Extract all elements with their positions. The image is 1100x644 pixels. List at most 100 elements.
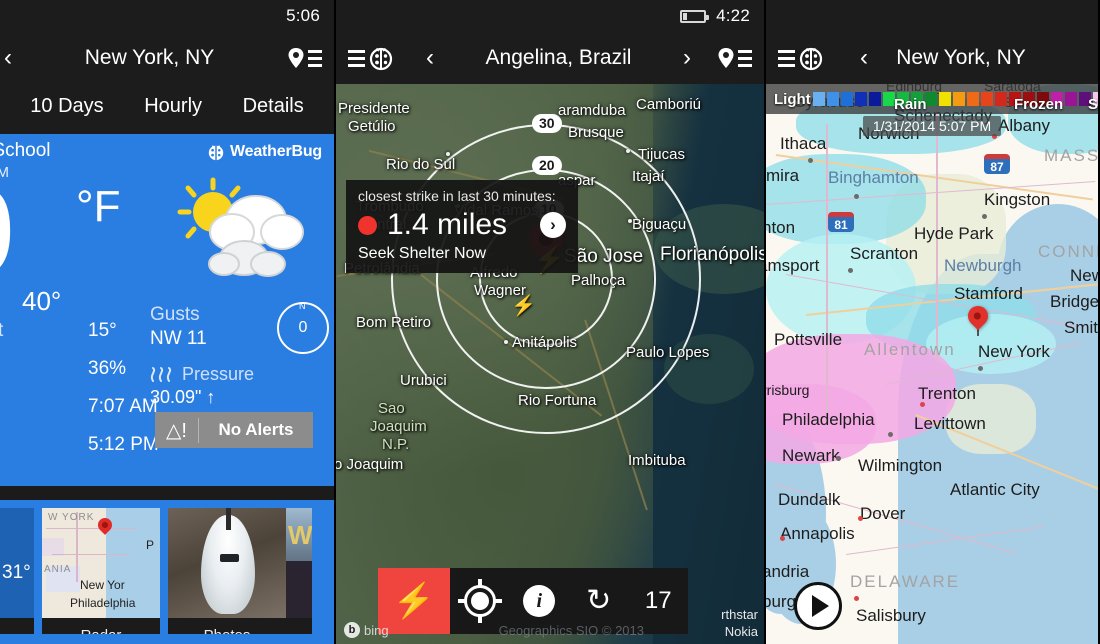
pin-icon (718, 48, 734, 68)
map-label: Dover (860, 504, 906, 523)
closest-strike-card[interactable]: closest strike in last 30 minutes: 1.4 m… (346, 180, 578, 273)
radar-map-panel: ‹ New York, NY 87 81 Albany Ithaca mira … (766, 0, 1098, 644)
radar-timestamp: 1/31/2014 5:07 PM (766, 116, 1098, 136)
page-title: New York, NY (896, 46, 1026, 69)
tile-radar[interactable]: W YORK ANIA New Yor Philadelphia P Radar (42, 508, 160, 634)
map-label: Allentown (864, 340, 956, 359)
tile-edge-left[interactable]: 31° (0, 508, 34, 634)
hamburger-ladybug-icon[interactable] (348, 45, 394, 71)
tab-10-days[interactable]: 10 Days (30, 95, 103, 118)
strike-count-button[interactable]: 17 (629, 587, 689, 615)
pressure-label-row: Pressure (150, 364, 334, 385)
temperature-unit: °F (76, 182, 121, 231)
tile-thumb: 31° (0, 508, 34, 618)
strike-distance: 1.4 miles (387, 208, 508, 241)
map-label: Rio do Sul (386, 156, 456, 173)
next-location-button[interactable]: › (675, 46, 699, 70)
play-animation-button[interactable] (794, 582, 842, 630)
legend-swatch (980, 92, 993, 106)
map-label: Smithto (1064, 318, 1098, 337)
radar-map-thumbnail: W YORK ANIA New Yor Philadelphia P (42, 508, 160, 618)
prev-location-button[interactable]: ‹ (418, 46, 442, 70)
strike-details-button[interactable]: › (540, 212, 566, 238)
locate-me-button[interactable] (450, 579, 510, 623)
legend-swatch (952, 92, 965, 106)
info-button[interactable]: i (510, 585, 570, 617)
map-label: nton (766, 218, 796, 237)
tab-hourly[interactable]: Hourly (144, 95, 202, 118)
dial-value: 0 (298, 319, 308, 336)
screenshot-stage: 5:06 ‹ New York, NY 10 Days Hourly Detai… (0, 0, 1100, 644)
hamburger-ladybug-icon[interactable] (778, 45, 824, 71)
pin-icon (288, 48, 304, 68)
shield-number: 87 (990, 159, 1004, 174)
status-time: 5:06 (286, 6, 320, 25)
legend-label-snow: S (1088, 96, 1098, 113)
map-label: Trenton (918, 384, 976, 403)
map-label: Atlantic City (950, 480, 1040, 499)
refresh-button[interactable]: ↻ (569, 586, 629, 616)
map-label: Florianópolis (660, 244, 764, 265)
satellite-map[interactable]: 30 20 10 ⚡ ⚡ Presidente Getúlio Rio do S… (336, 84, 764, 644)
tile-thumb: W (286, 508, 312, 618)
metric-label: dity (0, 358, 88, 380)
metric-label: t (0, 434, 88, 456)
interstate-shield-87: 87 (984, 154, 1010, 174)
legend-swatch (826, 92, 839, 106)
map-label: Tijucas (638, 146, 685, 163)
dial-north-label: N (299, 301, 306, 311)
thumb-label: New Yor (80, 578, 125, 592)
tile-caption: Radar (42, 618, 160, 634)
metric-label: Point (0, 320, 4, 341)
tile-thumb (168, 508, 286, 618)
pin-list-icon[interactable] (287, 47, 322, 69)
weather-details-panel: 5:06 ‹ New York, NY 10 Days Hourly Detai… (0, 0, 334, 644)
back-button[interactable]: ‹ (0, 46, 20, 70)
interstate-shield-81: 81 (828, 212, 854, 232)
map-label: Binghamton (828, 168, 919, 187)
tile-temperature: 31° (2, 562, 31, 583)
tab-details[interactable]: Details (243, 95, 304, 118)
tile-caption (286, 618, 312, 634)
spark-lightning-map-panel: 4:22 ‹ Angelina, Brazil › 30 20 ⚡ Presid… (334, 0, 766, 644)
bing-attribution: b bing (344, 622, 389, 638)
metric-value: 7:07 AM (88, 396, 158, 417)
map-label: Camboriú (636, 96, 702, 113)
page-title: New York, NY (84, 46, 215, 69)
status-bar-right (766, 0, 1098, 32)
tile-photos[interactable]: Photos (168, 508, 286, 634)
map-label: Scranton (850, 244, 919, 263)
alerts-button[interactable]: △! No Alerts (155, 412, 313, 448)
app-bar-right: ‹ New York, NY (766, 32, 1098, 84)
lightning-layer-button[interactable]: ⚡ (378, 568, 450, 634)
legend-label-light: Light (774, 90, 811, 108)
weatherbug-logo: WeatherBug (207, 143, 322, 161)
weatherbug-wordmark: WeatherBug (230, 143, 322, 160)
map-label: Imbituba (628, 452, 686, 469)
map-label: Itajaí (632, 168, 665, 185)
street-radar-map[interactable]: 87 81 Edinburg Saratoga Springs Syracuse… (766, 84, 1098, 644)
tile-caption: Photos (168, 618, 286, 634)
map-label: MASSA (1044, 146, 1098, 165)
map-label: Dundalk (778, 490, 841, 509)
tile-caption (0, 618, 34, 634)
tiles-strip: 31° W YORK ANIA New Yor Philadelphia P W (0, 500, 334, 644)
status-bar-left: 5:06 (0, 0, 334, 32)
metric-value: 15° (88, 320, 117, 341)
map-label: Ithaca (780, 134, 827, 153)
map-label: Hyde Park (914, 224, 994, 243)
map-label: Wagner (474, 282, 526, 299)
pin-list-icon[interactable] (717, 47, 752, 69)
strike-advice: Seek Shelter Now (358, 245, 487, 262)
map-label: N.P. (382, 436, 410, 453)
map-label: burg (766, 592, 797, 611)
page-title: Angelina, Brazil (485, 46, 632, 69)
back-button[interactable]: ‹ (852, 46, 876, 70)
bing-label: bing (364, 622, 389, 638)
thumb-label: Philadelphia (70, 596, 136, 610)
metric-label: e (0, 396, 88, 418)
station-name: an School (0, 140, 51, 161)
tile-edge-right[interactable]: W (286, 508, 312, 634)
map-label: Philadelphia (782, 410, 875, 429)
map-label: Bridgep (1050, 292, 1098, 311)
